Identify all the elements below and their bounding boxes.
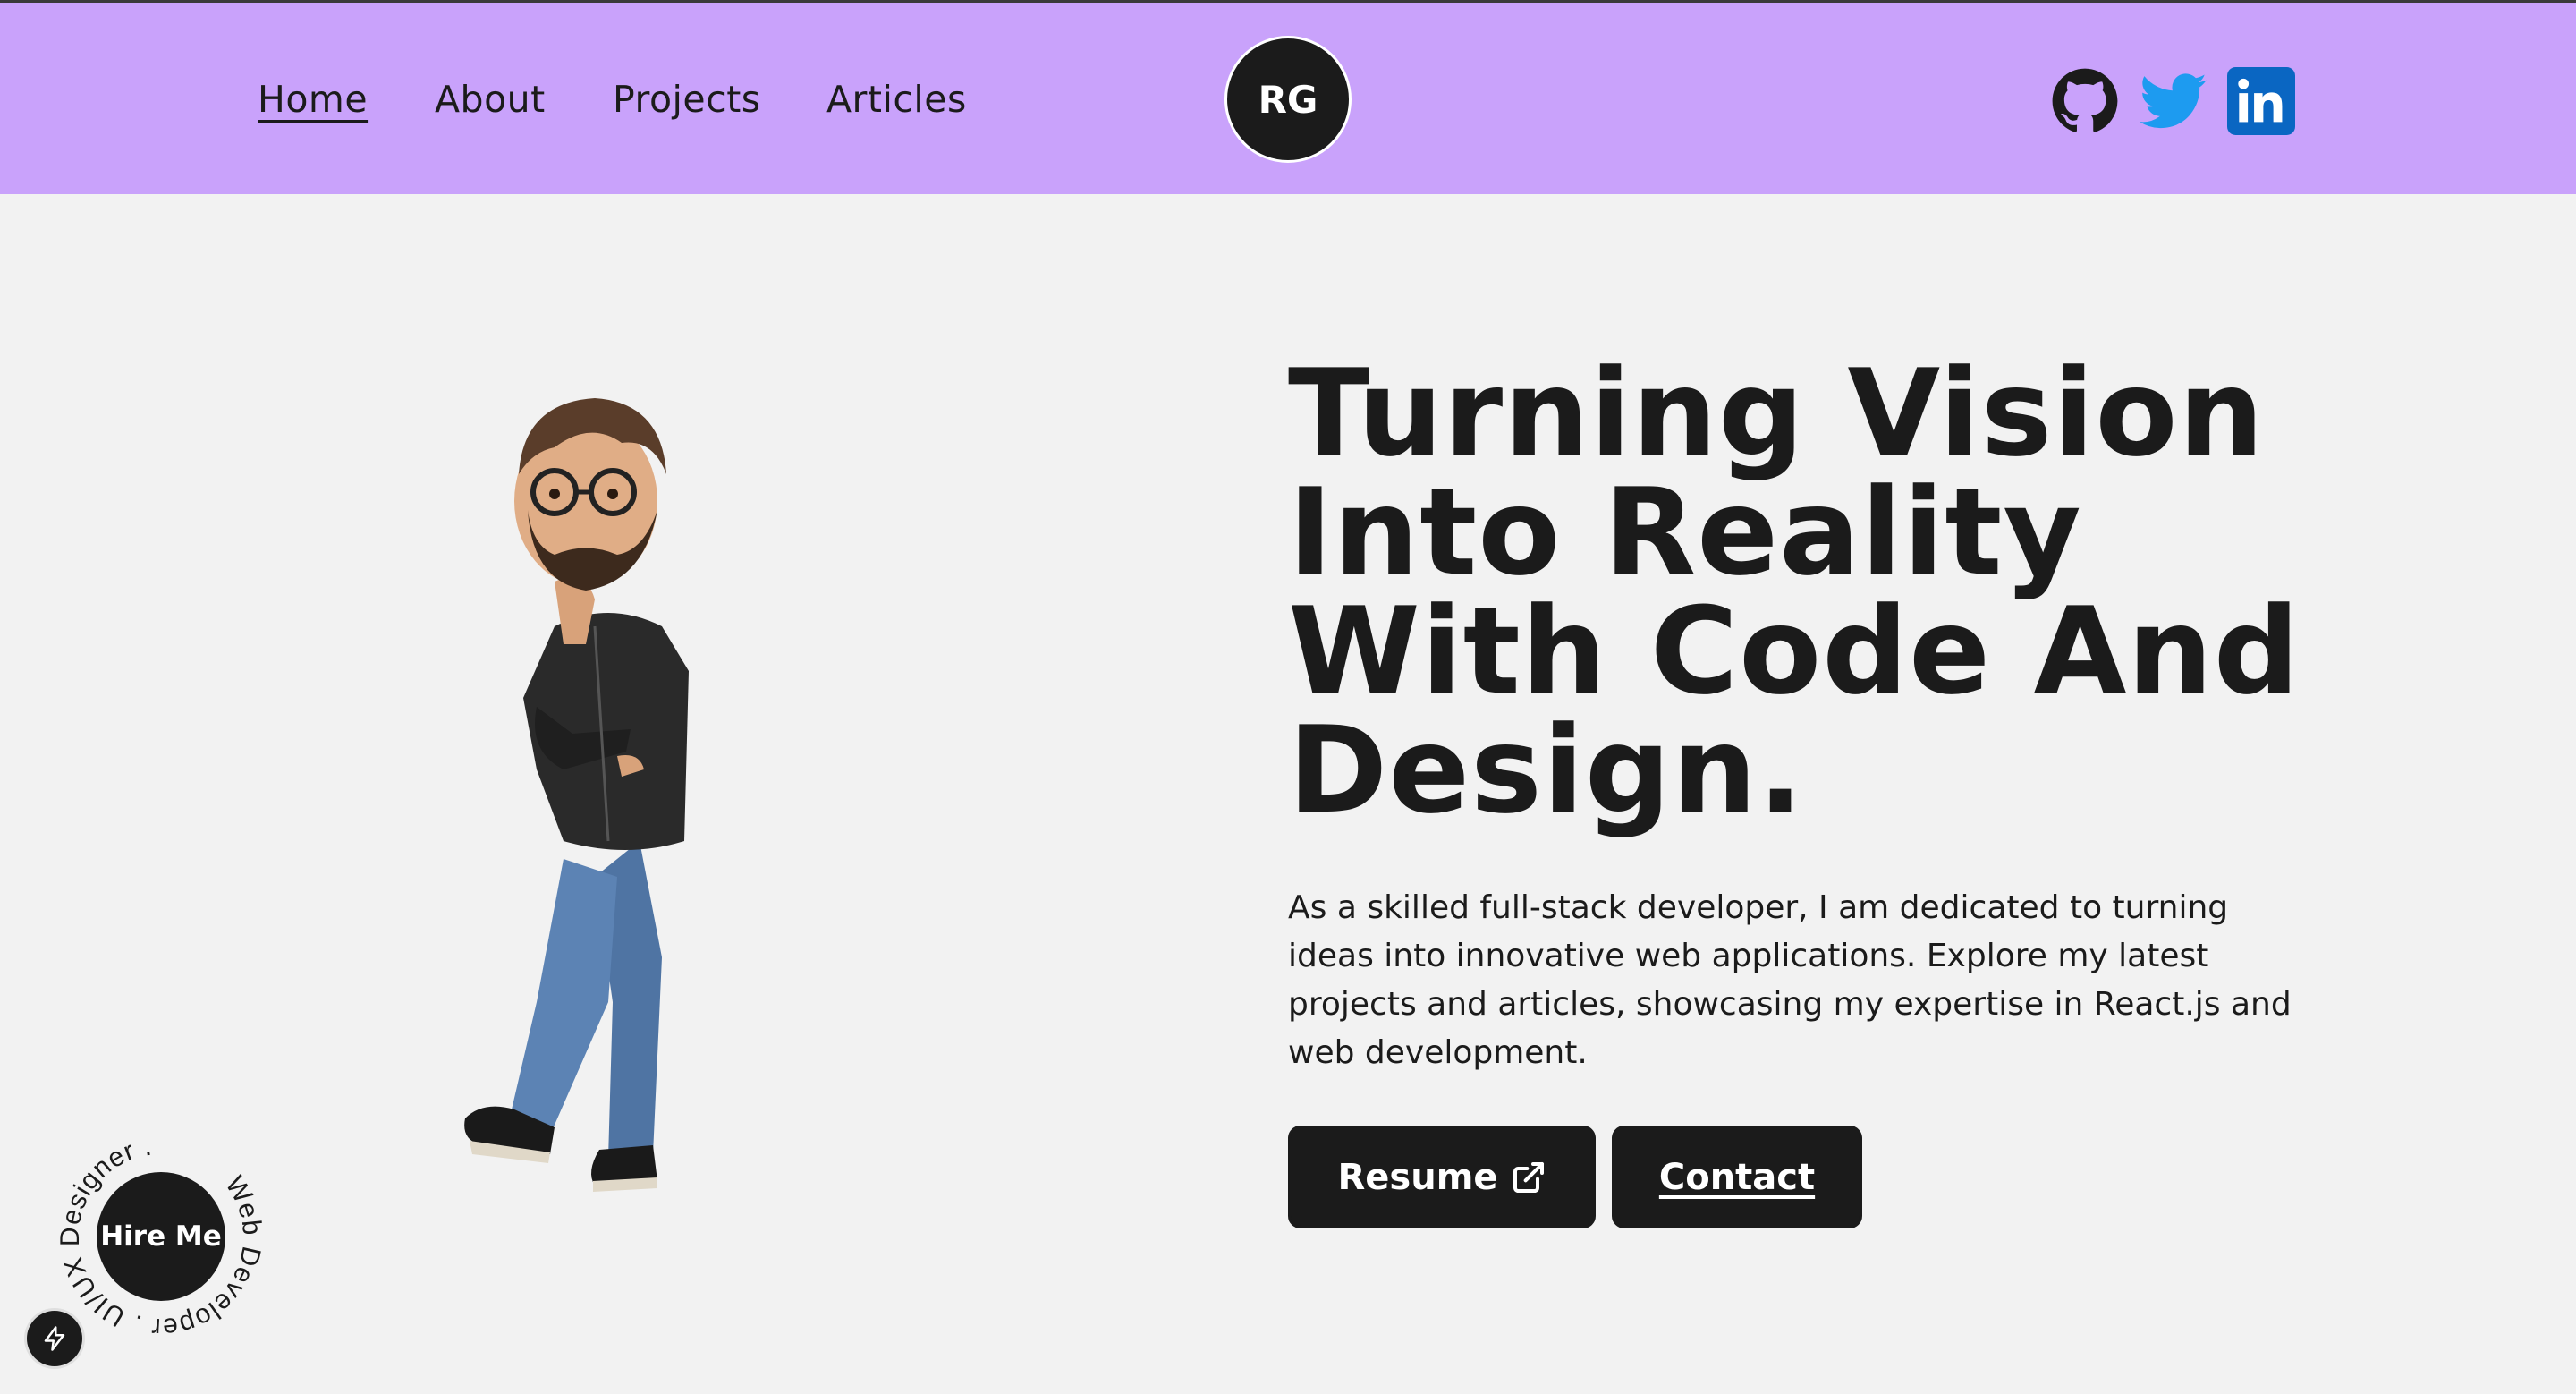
hire-me-badge: Web Developer . UI/UX Designer . Hire Me [54,1129,268,1344]
nav-about-link[interactable]: About [435,78,546,121]
headline-line: With Code And [1288,582,2301,721]
hire-me-button[interactable]: Hire Me [97,1172,225,1301]
headline-line: Into Reality [1288,463,2082,602]
twitter-icon[interactable] [2140,67,2207,135]
nav-projects-link[interactable]: Projects [613,78,761,121]
nav-home-link[interactable]: Home [258,78,368,121]
github-icon[interactable] [2051,67,2119,135]
lightning-icon[interactable] [27,1311,82,1366]
resume-label: Resume [1337,1156,1498,1198]
resume-button[interactable]: Resume [1288,1126,1596,1228]
linkedin-icon[interactable] [2227,67,2295,135]
site-header: Home About Projects Articles RG [0,3,2576,194]
logo-badge[interactable]: RG [1224,36,1352,163]
headline-line: Design. [1288,701,1805,840]
avatar-illustration [429,376,787,1208]
headline-line: Turning Vision [1288,344,2265,483]
contact-button[interactable]: Contact [1612,1126,1862,1228]
external-link-icon [1511,1160,1546,1195]
hero-description: As a skilled full-stack developer, I am … [1288,889,2292,1071]
hero-headline: Turning Vision Into Reality With Code An… [1288,344,2406,840]
nav-articles-link[interactable]: Articles [826,78,967,121]
